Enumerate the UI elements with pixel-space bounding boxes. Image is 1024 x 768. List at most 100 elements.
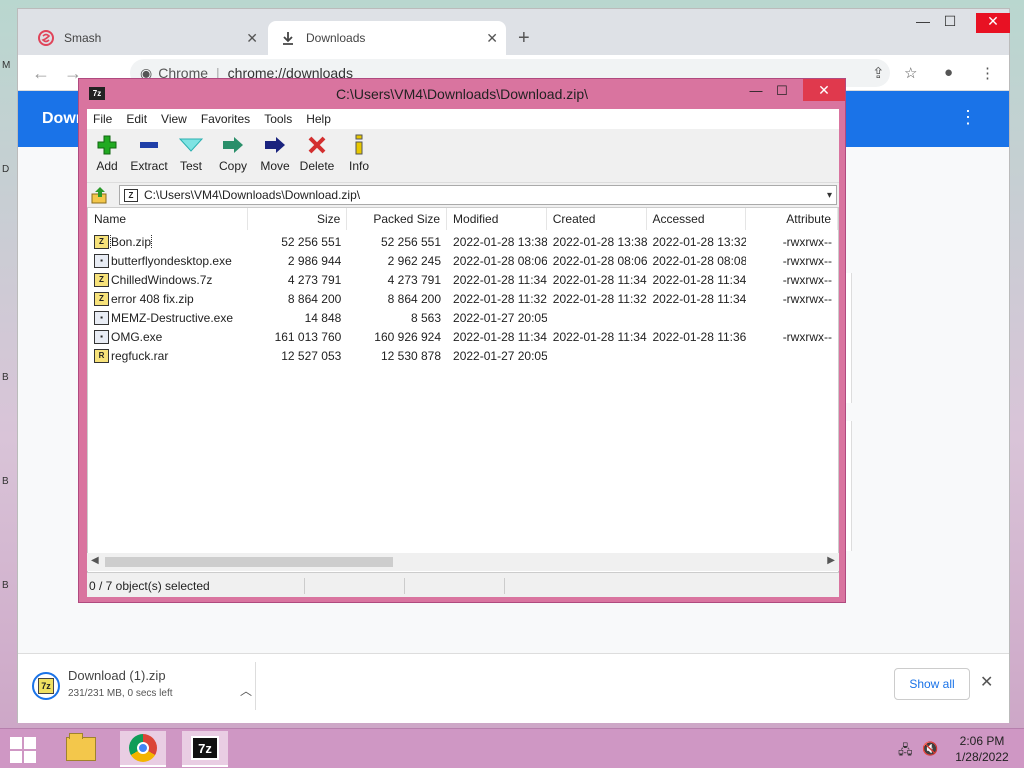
taskbar-sevenzip[interactable]: 7z: [182, 731, 228, 767]
file-modified: 2022-01-28 11:34: [453, 272, 547, 287]
share-icon[interactable]: ⇪: [872, 64, 885, 82]
close-window-button[interactable]: ✕: [803, 79, 845, 101]
column-header-packed-size[interactable]: Packed Size: [347, 208, 448, 230]
menu-help[interactable]: Help: [306, 112, 331, 126]
tab-strip: Smash ✕ Downloads ✕ + — ☐ ✕: [18, 9, 1010, 55]
folder-icon: [66, 733, 96, 761]
close-icon[interactable]: ✕: [246, 30, 258, 47]
file-name: ChilledWindows.7z: [111, 272, 213, 287]
volume-muted-icon[interactable]: 🔇: [922, 741, 938, 757]
test-button[interactable]: Test: [171, 133, 211, 179]
column-header-name[interactable]: Name: [88, 208, 248, 230]
file-packed-size: 8 563: [411, 310, 442, 325]
archive-file-icon: Z: [94, 272, 109, 287]
up-folder-icon[interactable]: [91, 186, 109, 204]
table-row[interactable]: Zerror 408 fix.zip 8 864 200 8 864 200 2…: [88, 289, 838, 308]
back-button[interactable]: ←: [32, 63, 50, 84]
tab-label: Smash: [64, 31, 102, 45]
extract-button[interactable]: Extract: [129, 133, 169, 179]
zip-archive-icon: Z: [124, 188, 138, 202]
file-name: MEMZ-Destructive.exe: [111, 310, 234, 325]
maximize-button[interactable]: ☐: [769, 83, 795, 99]
menu-kebab-icon[interactable]: ⋮: [980, 64, 995, 82]
taskbar-file-explorer[interactable]: [58, 731, 104, 767]
menu-tools[interactable]: Tools: [264, 112, 292, 126]
menu-favorites[interactable]: Favorites: [201, 112, 250, 126]
file-modified: 2022-01-28 08:06: [453, 253, 547, 268]
table-row[interactable]: Z Bon.zip 52 256 551 52 256 551 2022-01-2…: [88, 232, 838, 251]
file-accessed: 2022-01-28 13:32: [652, 234, 747, 249]
horizontal-scrollbar[interactable]: ◀ ▶: [87, 553, 839, 571]
file-packed-size: 12 530 878: [380, 348, 442, 363]
show-all-button[interactable]: Show all: [894, 668, 970, 700]
close-icon[interactable]: ✕: [980, 672, 993, 692]
menu-edit[interactable]: Edit: [126, 112, 147, 126]
system-clock[interactable]: 2:06 PM 1/28/2022: [950, 733, 1014, 765]
profile-avatar-icon[interactable]: ●: [944, 64, 953, 81]
path-combobox[interactable]: Z C:\Users\VM4\Downloads\Download.zip\ ▾: [119, 185, 837, 205]
file-created: 2022-01-28 11:34: [552, 329, 647, 344]
download-icon: [280, 30, 296, 46]
menu-view[interactable]: View: [161, 112, 187, 126]
minimize-button[interactable]: —: [911, 13, 935, 29]
desktop-letter[interactable]: B: [2, 580, 9, 591]
info-button[interactable]: Info: [339, 133, 379, 179]
chrome-logo-icon: [129, 734, 157, 762]
close-icon[interactable]: ✕: [486, 30, 498, 47]
scroll-right-icon[interactable]: ▶: [827, 555, 835, 566]
table-row[interactable]: ▪ MEMZ-Destructive.exe 14 848 8 563 2022-…: [88, 308, 838, 327]
scroll-left-icon[interactable]: ◀: [91, 555, 99, 566]
file-packed-size: 52 256 551: [380, 234, 442, 249]
move-button[interactable]: Move: [255, 133, 295, 179]
minimize-button[interactable]: —: [743, 83, 769, 98]
file-modified: 2022-01-28 13:38: [453, 234, 547, 249]
shelf-divider: [255, 662, 256, 710]
bookmark-star-icon[interactable]: ☆: [904, 64, 917, 82]
file-attribute: -rwxrwx--: [782, 234, 832, 249]
delete-button[interactable]: Delete: [297, 133, 337, 179]
table-row[interactable]: ▪ butterflyondesktop.exe 2 986 944 2 962 …: [88, 251, 838, 270]
table-row[interactable]: ▪ OMG.exe 161 013 760 160 926 924 2022-01…: [88, 327, 838, 346]
shelf-status: 231/231 MB, 0 secs left: [68, 688, 173, 699]
column-header-attribute[interactable]: Attribute: [746, 208, 838, 230]
file-attribute: -rwxrwx--: [782, 291, 832, 306]
column-header-created[interactable]: Created: [547, 208, 647, 230]
taskbar: 7z 🖧 🔇 2:06 PM 1/28/2022: [0, 728, 1024, 768]
shelf-download-item[interactable]: 7z Download (1).zip 231/231 MB, 0 secs l…: [32, 668, 254, 712]
copy-button[interactable]: Copy: [213, 133, 253, 179]
tab-downloads[interactable]: Downloads ✕: [268, 21, 506, 55]
column-header-accessed[interactable]: Accessed: [647, 208, 747, 230]
chevron-down-icon[interactable]: ▾: [827, 190, 832, 201]
column-headers: Name Size Packed Size Modified Created A…: [88, 208, 838, 230]
desktop-letter[interactable]: D: [2, 164, 9, 175]
desktop-letter[interactable]: B: [2, 372, 9, 383]
new-tab-button[interactable]: +: [518, 27, 530, 50]
file-size: 161 013 760: [274, 329, 342, 344]
archive-file-icon: Z: [94, 234, 109, 249]
desktop-letter[interactable]: M: [2, 60, 10, 71]
scrollbar-thumb[interactable]: [105, 557, 393, 567]
maximize-button[interactable]: ☐: [938, 13, 962, 30]
archive-file-icon: Z: [94, 291, 109, 306]
column-header-modified[interactable]: Modified: [447, 208, 547, 230]
more-options-icon[interactable]: ⋮: [959, 107, 977, 128]
taskbar-chrome[interactable]: [120, 731, 166, 767]
network-icon[interactable]: 🖧: [898, 741, 913, 763]
desktop-letter[interactable]: B: [2, 476, 9, 487]
status-panel: [405, 578, 505, 594]
path-text[interactable]: C:\Users\VM4\Downloads\Download.zip\: [144, 188, 360, 202]
sevenzip-client-area: File Edit View Favorites Tools Help Add …: [87, 109, 839, 597]
table-row[interactable]: Rregfuck.rar 12 527 053 12 530 878 2022-…: [88, 346, 838, 365]
column-header-size[interactable]: Size: [248, 208, 348, 230]
close-window-button[interactable]: ✕: [976, 13, 1010, 33]
menu-file[interactable]: File: [93, 112, 112, 126]
chevron-up-icon[interactable]: ︿: [240, 682, 252, 699]
windows-start-icon[interactable]: [10, 737, 36, 763]
tab-smash[interactable]: Smash ✕: [26, 21, 266, 55]
add-button[interactable]: Add: [87, 133, 127, 179]
rar-archive-icon: R: [94, 348, 109, 363]
file-modified: 2022-01-27 20:05: [453, 348, 547, 363]
table-row[interactable]: Z ChilledWindows.7z 4 273 791 4 273 791 2…: [88, 270, 838, 289]
add-label: Add: [96, 159, 118, 173]
file-packed-size: 2 962 245: [387, 253, 442, 268]
